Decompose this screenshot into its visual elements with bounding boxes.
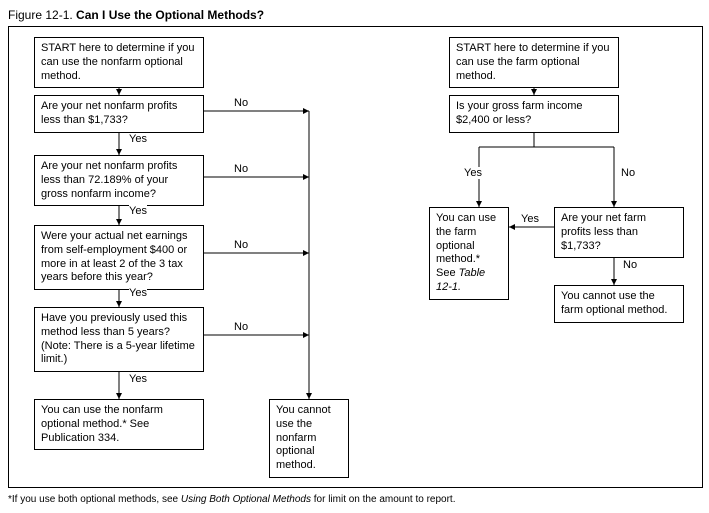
right-q1-text: Is your gross farm income $2,400 or less… (456, 100, 583, 126)
no-label: No (621, 167, 635, 179)
left-no-result-box: You cannot use the nonfarm optional meth… (269, 399, 349, 478)
footnote: *If you use both optional methods, see U… (8, 494, 701, 505)
figure-title: Figure 12-1. Can I Use the Optional Meth… (8, 8, 701, 22)
left-q4-text: Have you previously used this method les… (41, 312, 195, 365)
left-q4-box: Have you previously used this method les… (34, 307, 204, 372)
left-q2-text: Are your net nonfarm profits less than 7… (41, 160, 177, 200)
footnote-pre: *If you use both optional methods, see (8, 494, 181, 505)
yes-label: Yes (464, 167, 482, 179)
left-q1-text: Are your net nonfarm profits less than $… (41, 100, 177, 126)
left-start-box: START here to determine if you can use t… (34, 37, 204, 88)
no-label: No (234, 97, 248, 109)
right-q2-text: Are your net farm profits less than $1,7… (561, 212, 646, 252)
left-yes-result-text: You can use the nonfarm optional method.… (41, 404, 163, 444)
right-no-result-box: You cannot use the farm optional method. (554, 285, 684, 323)
left-q1-box: Are your net nonfarm profits less than $… (34, 95, 204, 133)
right-start-text: START here to determine if you can use t… (456, 42, 609, 82)
diagram-frame: START here to determine if you can use t… (8, 26, 703, 488)
footnote-ital: Using Both Optional Methods (181, 494, 311, 505)
yes-label: Yes (129, 133, 147, 145)
no-label: No (234, 321, 248, 333)
left-q2-box: Are your net nonfarm profits less than 7… (34, 155, 204, 206)
no-label: No (234, 163, 248, 175)
yes-label: Yes (521, 213, 539, 225)
right-q1-box: Is your gross farm income $2,400 or less… (449, 95, 619, 133)
yes-label: Yes (129, 205, 147, 217)
right-no-result-text: You cannot use the farm optional method. (561, 290, 667, 316)
figure-number: Figure 12-1. (8, 8, 73, 22)
right-start-box: START here to determine if you can use t… (449, 37, 619, 88)
right-q2-box: Are your net farm profits less than $1,7… (554, 207, 684, 258)
left-q3-text: Were your actual net earnings from self-… (41, 230, 188, 283)
left-q3-box: Were your actual net earnings from self-… (34, 225, 204, 290)
no-label: No (623, 259, 637, 271)
left-start-text: START here to determine if you can use t… (41, 42, 194, 82)
left-yes-result-box: You can use the nonfarm optional method.… (34, 399, 204, 450)
figure-question: Can I Use the Optional Methods? (76, 8, 264, 22)
yes-label: Yes (129, 287, 147, 299)
left-no-result-text: You cannot use the nonfarm optional meth… (276, 404, 331, 471)
right-yes-result-box: You can use the farm optional method.* S… (429, 207, 509, 300)
yes-label: Yes (129, 373, 147, 385)
no-label: No (234, 239, 248, 251)
footnote-post: for limit on the amount to report. (311, 494, 456, 505)
